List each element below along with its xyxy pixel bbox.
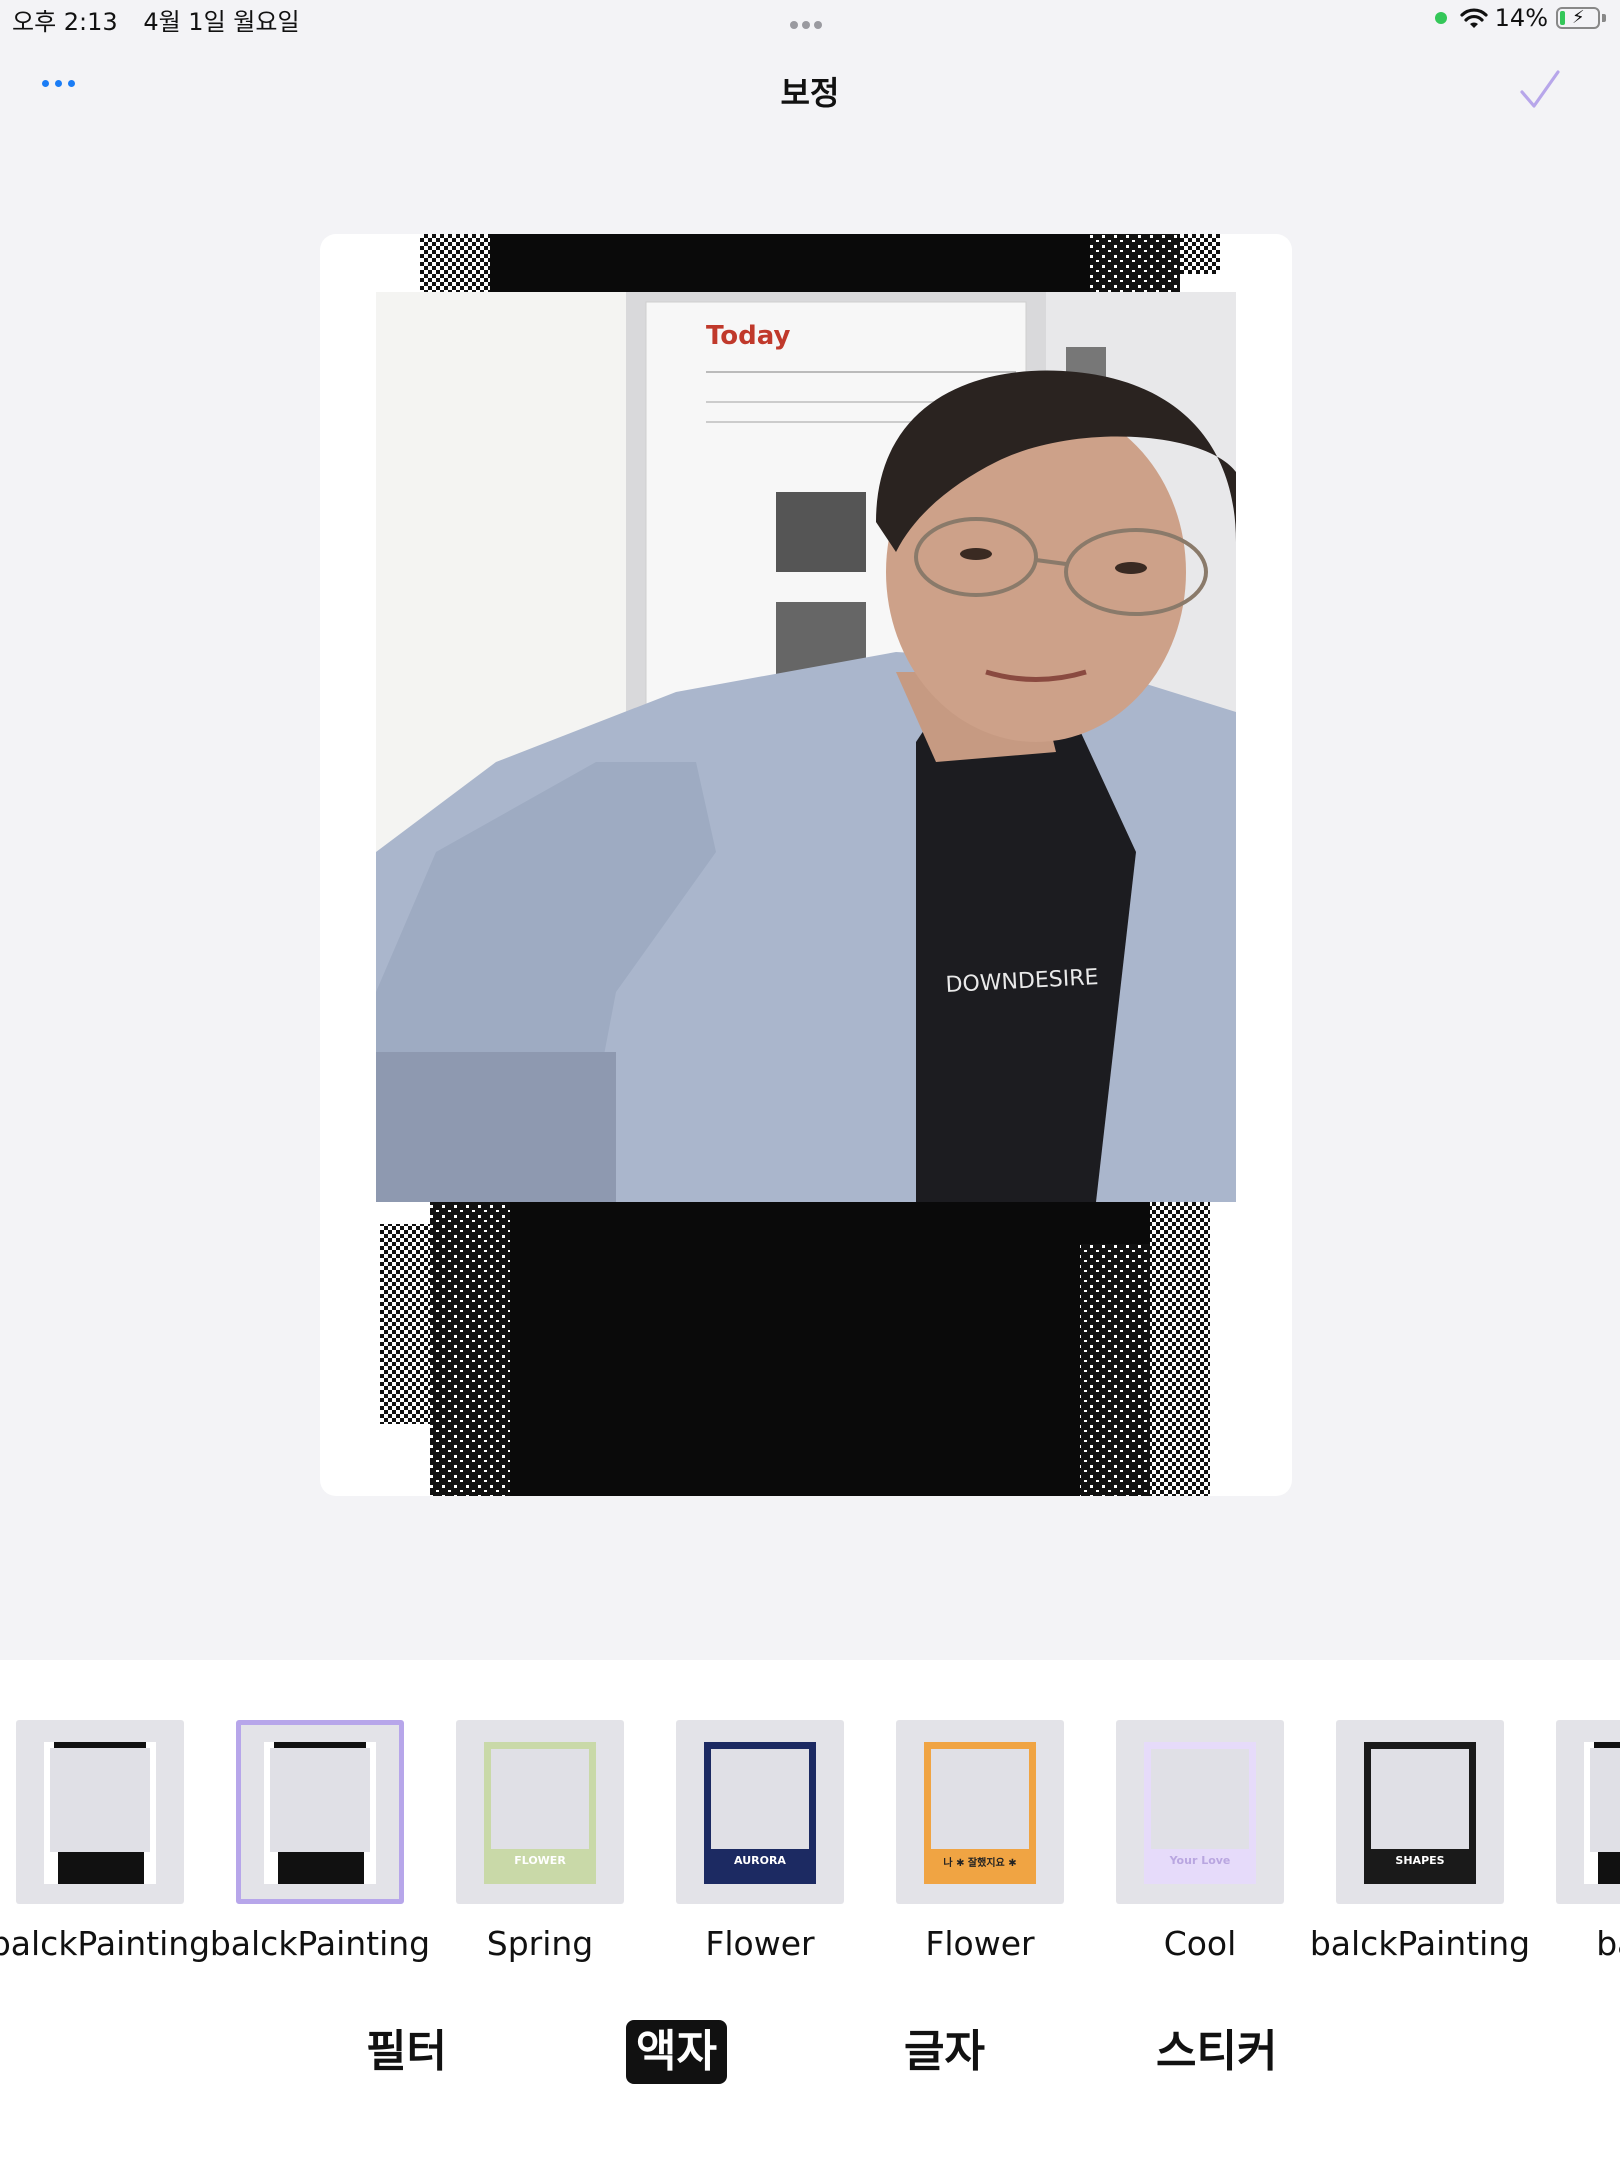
poster-title: Today (706, 321, 791, 351)
frame-preview-icon (1584, 1742, 1620, 1884)
frame-label: balck (1596, 1924, 1620, 1963)
frame-thumbnail[interactable]: 나 ✱ 잘했지요 ✱ (896, 1720, 1064, 1904)
tool-tab-bar: 필터 액자 글자 스티커 (0, 2020, 1620, 2100)
frame-caption: Your Love (1169, 1854, 1231, 1867)
frame-option[interactable]: balckPainting (210, 1720, 430, 1963)
frame-thumbnail[interactable]: SHAPES (1336, 1720, 1504, 1904)
checkmark-icon[interactable] (1516, 66, 1564, 114)
frame-preview-icon: Your Love (1144, 1742, 1256, 1884)
frame-caption: SHAPES (1395, 1854, 1445, 1867)
tab-text[interactable]: 글자 (904, 2020, 985, 2084)
status-left: 오후 2:13 4월 1일 월요일 (12, 2, 318, 37)
frame-picker[interactable]: balckPainting balckPainting FLOWER Spring AU… (0, 1720, 1620, 1980)
camera-indicator-icon (1434, 12, 1447, 24)
frame-preview-icon (264, 1742, 376, 1884)
status-bar: 오후 2:13 4월 1일 월요일 14% ⚡ (0, 0, 1620, 40)
frame-option[interactable]: SHAPES balckPainting (1310, 1720, 1530, 1963)
status-date: 4월 1일 월요일 (143, 8, 300, 36)
frame-thumbnail[interactable]: AURORA (676, 1720, 844, 1904)
frame-option[interactable]: 나 ✱ 잘했지요 ✱ Flower (896, 1720, 1064, 1963)
photo-preview[interactable]: Today DOWNDESIRE (320, 234, 1292, 1496)
tab-frame[interactable]: 액자 (626, 2020, 727, 2084)
tab-sticker[interactable]: 스티커 (1156, 2020, 1277, 2084)
battery-percent: 14% (1494, 4, 1548, 32)
frame-caption: 나 ✱ 잘했지요 ✱ (943, 1858, 1017, 1869)
frame-option[interactable]: balckPainting (0, 1720, 210, 1963)
selfie-photo: Today DOWNDESIRE (376, 292, 1236, 1202)
status-right: 14% ⚡ (1434, 2, 1606, 34)
frame-preview-icon: SHAPES (1364, 1742, 1476, 1884)
tab-filter[interactable]: 필터 (366, 2020, 447, 2084)
frame-preview-icon: AURORA (704, 1742, 816, 1884)
frame-thumbnail[interactable] (236, 1720, 404, 1904)
frame-caption: FLOWER (514, 1854, 566, 1867)
frame-thumbnail[interactable]: FLOWER (456, 1720, 624, 1904)
frame-caption: AURORA (734, 1854, 786, 1867)
frame-preview-icon: FLOWER (484, 1742, 596, 1884)
battery-icon: ⚡ (1556, 7, 1600, 29)
frame-option[interactable]: FLOWER Spring (456, 1720, 624, 1963)
frame-option[interactable]: Your Love Cool (1116, 1720, 1284, 1963)
frame-preview-icon (44, 1742, 156, 1884)
frame-preview-icon: 나 ✱ 잘했지요 ✱ (924, 1742, 1036, 1884)
wifi-icon (1460, 8, 1488, 28)
frame-option[interactable]: balck (1556, 1720, 1620, 1963)
frame-option[interactable]: AURORA Flower (676, 1720, 844, 1963)
nav-bar: 보정 (0, 50, 1620, 130)
multitask-handle-icon[interactable] (788, 14, 824, 33)
frame-thumbnail[interactable]: Your Love (1116, 1720, 1284, 1904)
status-time: 오후 2:13 (12, 8, 118, 36)
frame-thumbnail[interactable] (16, 1720, 184, 1904)
edit-panel: balckPainting balckPainting FLOWER Spring AU… (0, 1660, 1620, 2160)
frame-thumbnail[interactable] (1556, 1720, 1620, 1904)
page-title: 보정 (780, 74, 840, 112)
